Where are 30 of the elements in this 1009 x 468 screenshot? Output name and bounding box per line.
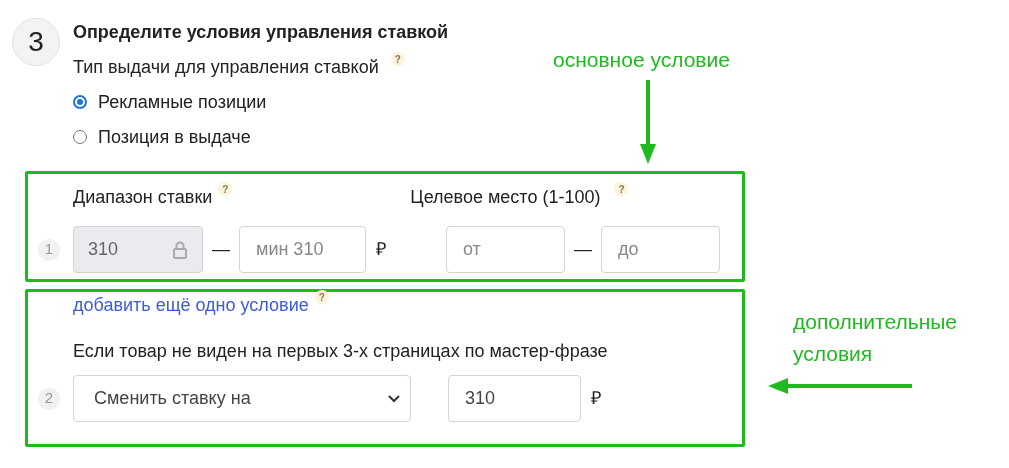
field-label: Диапазон ставки — [73, 185, 213, 209]
input-field[interactable]: мин 310 — [239, 226, 366, 273]
input-field[interactable]: 310 — [448, 375, 581, 422]
input-field[interactable]: от — [446, 226, 565, 273]
input-field[interactable]: до — [601, 226, 720, 273]
currency-sign: ₽ — [591, 387, 601, 410]
help-icon[interactable]: ? — [218, 182, 233, 196]
annotation-label: дополнительные условия — [793, 309, 959, 367]
range-dash: — — [212, 238, 230, 261]
condition-number: 2 — [38, 387, 60, 410]
step-number: 3 — [12, 18, 60, 66]
currency-sign: ₽ — [376, 238, 386, 261]
add-condition-link[interactable]: добавить ещё одно условие — [73, 291, 309, 319]
help-icon[interactable]: ? — [314, 290, 329, 304]
radio-option[interactable]: Позиция в выдаче — [73, 124, 449, 150]
action-select[interactable]: Сменить ставку на — [73, 375, 411, 422]
lock-icon — [172, 239, 188, 260]
field-label: Тип выдачи для управления ставкой — [73, 55, 379, 79]
annotation-label: основное условие — [553, 47, 730, 73]
help-icon[interactable]: ? — [390, 52, 405, 66]
field-value: 310 — [88, 238, 119, 261]
field-label: Целевое место (1-100) — [410, 185, 601, 209]
range-dash: — — [574, 238, 592, 261]
condition-text: Если товар не виден на первых 3-х страницах по мастер-фразе — [73, 340, 609, 363]
condition-number: 1 — [38, 238, 60, 261]
chevron-down-icon — [388, 394, 400, 403]
radio-option[interactable]: Рекламные позиции — [73, 89, 449, 115]
help-icon[interactable]: ? — [614, 182, 629, 196]
radio-button[interactable] — [73, 95, 87, 109]
section-title: Определите условия управления ставкой — [73, 21, 449, 44]
